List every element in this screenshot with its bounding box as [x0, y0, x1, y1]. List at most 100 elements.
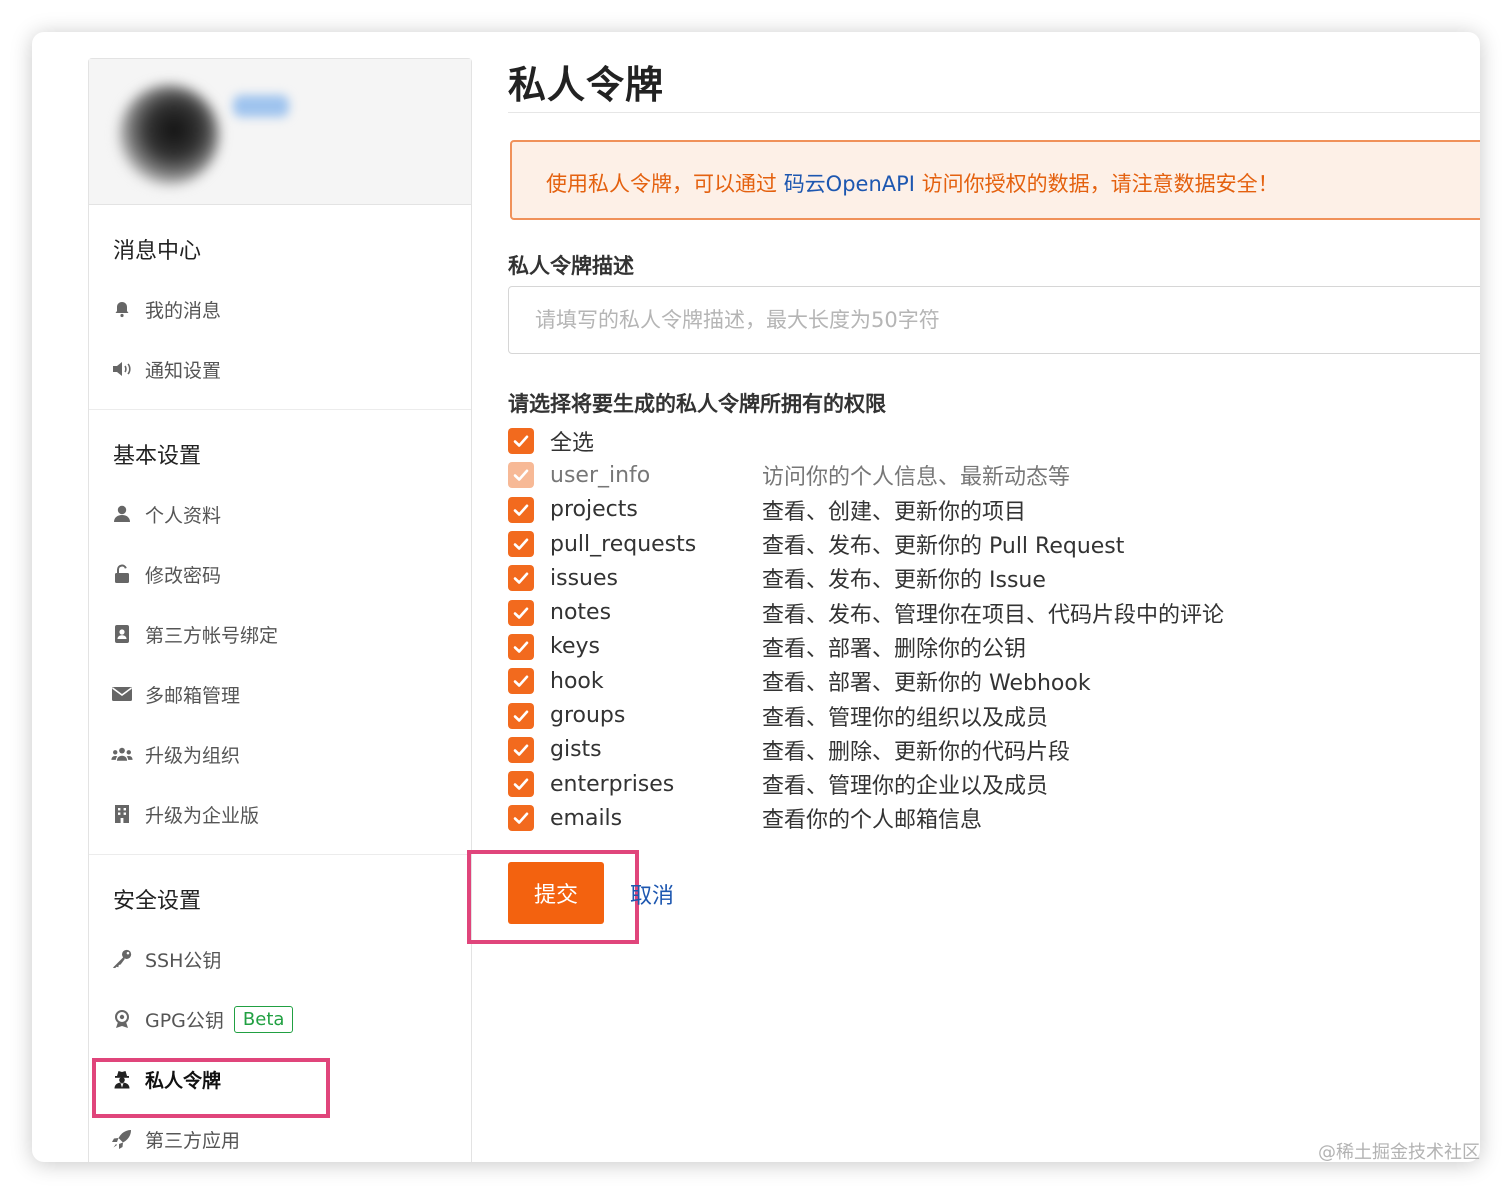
permission-checkbox[interactable] [508, 496, 534, 523]
permission-row[interactable]: groups 查看、管理你的组织以及成员 [508, 698, 1224, 732]
desc-label: 私人令牌描述 [508, 254, 634, 278]
sidebar-item-label: 我的消息 [145, 299, 222, 322]
select-all-label: 全选 [550, 431, 595, 457]
sidebar-section: 安全设置 SSH公钥 GPG公钥 Beta 私人令牌 第三方应用 [89, 855, 471, 1162]
permission-name: pull_requests [550, 531, 697, 557]
sidebar-item[interactable]: 我的消息 [89, 279, 471, 339]
permission-checkbox[interactable] [508, 633, 534, 660]
sidebar-item[interactable]: 私人令牌 [89, 1049, 471, 1109]
permissions-label: 请选择将要生成的私人令牌所拥有的权限 [508, 392, 886, 416]
permission-description: 查看、发布、更新你的 Pull Request [762, 534, 1125, 560]
check-icon [513, 641, 529, 653]
title-divider [508, 112, 1480, 113]
check-icon [513, 435, 529, 447]
sidebar-item[interactable]: SSH公钥 [89, 929, 471, 989]
sidebar-item-label: SSH公钥 [145, 949, 222, 972]
sidebar-item[interactable]: 多邮箱管理 [89, 664, 471, 724]
permission-description: 查看、发布、更新你的 Issue [762, 568, 1046, 594]
user-secret-icon [111, 1068, 133, 1090]
permission-row[interactable]: gists 查看、删除、更新你的代码片段 [508, 733, 1224, 767]
permission-description: 查看、管理你的组织以及成员 [762, 705, 1049, 731]
permission-checkbox[interactable] [508, 565, 534, 592]
permission-checkbox[interactable] [508, 599, 534, 626]
sidebar-section-title: 消息中心 [113, 239, 202, 264]
permissions-list: 全选 user_info 访问你的个人信息、最新动态等 projects 查看、创建、… [508, 424, 1224, 836]
permission-checkbox[interactable] [508, 702, 534, 729]
sidebar-item[interactable]: 第三方帐号绑定 [89, 604, 471, 664]
token-description-input[interactable] [508, 286, 1480, 354]
security-alert: 使用私人令牌，可以通过 码云OpenAPI 访问你授权的数据，请注意数据安全！ [510, 140, 1480, 220]
building-icon [111, 803, 133, 825]
select-all-checkbox[interactable] [508, 428, 534, 455]
sidebar-item-label: 通知设置 [145, 359, 222, 382]
sidebar-item-label: 多邮箱管理 [145, 684, 241, 707]
check-icon [513, 504, 529, 516]
sidebar: 消息中心 我的消息 通知设置 基本设置 个人资料 修改密码 第三方帐号绑定 多邮箱管理 升级为组… [88, 58, 472, 1162]
check-icon [513, 469, 529, 482]
rocket-icon [111, 1128, 133, 1150]
sidebar-item[interactable]: 修改密码 [89, 544, 471, 604]
alert-prefix: 使用私人令牌，可以通过 [546, 172, 784, 196]
sidebar-item-label: 个人资料 [145, 504, 222, 527]
sidebar-item[interactable]: 通知设置 [89, 339, 471, 399]
alert-suffix: 访问你授权的数据，请注意数据安全！ [915, 172, 1279, 196]
username-blurred[interactable] [233, 95, 289, 117]
sidebar-item-label: GPG公钥 [145, 1009, 224, 1032]
sidebar-item-label: 私人令牌 [145, 1069, 222, 1092]
sidebar-item-label: 第三方帐号绑定 [145, 624, 279, 647]
speaker-icon [111, 358, 133, 380]
submit-button[interactable]: 提交 [508, 862, 604, 924]
users-icon [111, 743, 133, 765]
permission-checkbox[interactable] [508, 668, 534, 695]
permission-description: 查看、创建、更新你的项目 [762, 499, 1027, 525]
openapi-link[interactable]: 码云OpenAPI [784, 172, 915, 196]
avatar[interactable] [119, 85, 219, 185]
permission-name: groups [550, 703, 626, 729]
permission-row[interactable]: hook 查看、部署、更新你的 Webhook [508, 664, 1224, 698]
profile-card [89, 59, 471, 205]
beta-badge: Beta [233, 1005, 294, 1033]
check-icon [513, 744, 529, 756]
permission-row[interactable]: notes 查看、发布、管理你在项目、代码片段中的评论 [508, 595, 1224, 629]
key-icon [111, 948, 133, 970]
permission-checkbox[interactable] [508, 531, 534, 558]
permission-row[interactable]: keys 查看、部署、删除你的公钥 [508, 630, 1224, 664]
check-icon [513, 675, 529, 688]
permission-row[interactable]: emails 查看你的个人邮箱信息 [508, 801, 1224, 835]
permission-row[interactable]: projects 查看、创建、更新你的项目 [508, 493, 1224, 527]
permission-name: emails [550, 805, 623, 831]
sidebar-item[interactable]: 升级为企业版 [89, 784, 471, 844]
permission-name: enterprises [550, 771, 675, 797]
permission-description: 查看你的个人邮箱信息 [762, 808, 983, 834]
permission-checkbox[interactable] [508, 736, 534, 763]
permission-name: issues [550, 565, 618, 591]
sidebar-item[interactable]: 升级为组织 [89, 724, 471, 784]
watermark: @稀土掘金技术社区 [1318, 1142, 1480, 1163]
permission-checkbox[interactable] [508, 805, 534, 832]
sidebar-section: 基本设置 个人资料 修改密码 第三方帐号绑定 多邮箱管理 升级为组织 升级为企业版 [89, 410, 471, 855]
cancel-link[interactable]: 取消 [630, 878, 674, 910]
sidebar-item-label: 升级为组织 [145, 744, 241, 767]
permission-description: 查看、部署、删除你的公钥 [762, 636, 1027, 662]
permission-checkbox[interactable] [508, 771, 534, 798]
permission-description: 访问你的个人信息、最新动态等 [762, 465, 1071, 491]
permission-description: 查看、管理你的企业以及成员 [762, 774, 1049, 800]
check-icon [513, 572, 529, 585]
sidebar-item[interactable]: 个人资料 [89, 484, 471, 544]
permission-row[interactable]: enterprises 查看、管理你的企业以及成员 [508, 767, 1224, 801]
permission-row[interactable]: pull_requests 查看、发布、更新你的 Pull Request [508, 527, 1224, 561]
sidebar-item[interactable]: GPG公钥 Beta [89, 989, 471, 1049]
permission-description: 查看、发布、管理你在项目、代码片段中的评论 [762, 602, 1225, 628]
bell-icon [111, 298, 133, 320]
window: 消息中心 我的消息 通知设置 基本设置 个人资料 修改密码 第三方帐号绑定 多邮箱管理 升级为组… [32, 32, 1480, 1162]
select-all-row[interactable]: 全选 [508, 424, 1224, 458]
contact-book-icon [111, 623, 133, 645]
sidebar-item[interactable]: 第三方应用 [89, 1109, 471, 1162]
permission-row[interactable]: user_info 访问你的个人信息、最新动态等 [508, 458, 1224, 492]
permission-name: keys [550, 634, 600, 660]
permission-row[interactable]: issues 查看、发布、更新你的 Issue [508, 561, 1224, 595]
permission-name: projects [550, 497, 638, 523]
sidebar-section: 消息中心我的消息通知设置 [89, 205, 471, 410]
sidebar-item-label: 第三方应用 [145, 1129, 241, 1152]
sidebar-item-label: 修改密码 [145, 564, 222, 587]
